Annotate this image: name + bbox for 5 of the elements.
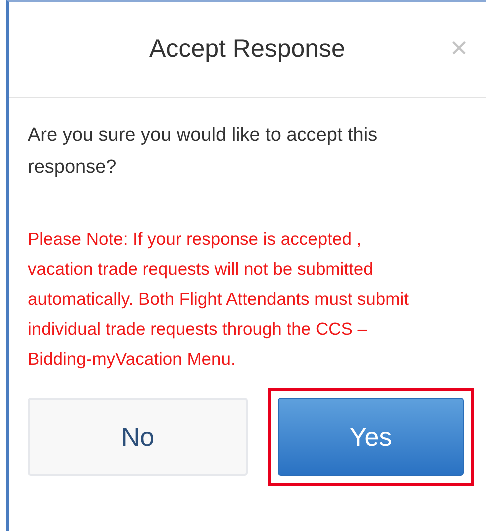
yes-button[interactable]: Yes bbox=[278, 398, 464, 476]
confirmation-question: Are you sure you would like to accept this response? bbox=[28, 124, 379, 180]
dialog-title: Accept Response bbox=[150, 35, 346, 64]
warning-note: Please Note: If your response is accepted , vacation trade requests will not be submitted automatically. Both Flight Attendants must submit individual trade requests through the CCS – Bidding-myVacation Menu. bbox=[28, 228, 410, 371]
no-button[interactable]: No bbox=[28, 398, 248, 476]
